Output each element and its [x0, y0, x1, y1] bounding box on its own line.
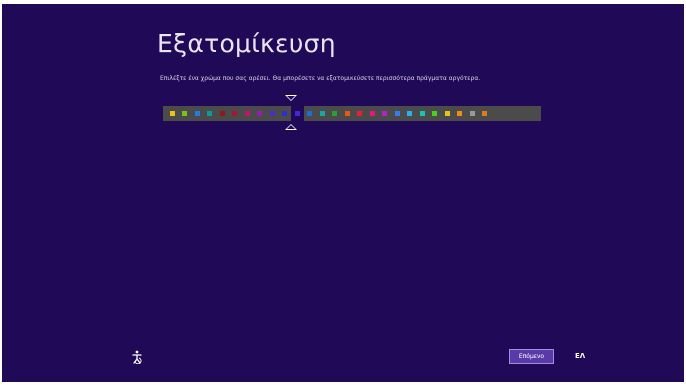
color-swatch-fill	[444, 111, 450, 116]
selection-marker-bottom-icon	[285, 124, 297, 130]
color-swatch-fill	[169, 111, 175, 116]
window-frame: Εξατομίκευση Επιλέξτε ένα χρώμα που σας …	[0, 0, 686, 385]
color-swatch[interactable]	[204, 106, 217, 121]
color-swatch-fill	[394, 111, 400, 116]
color-swatch-fill	[482, 111, 488, 116]
color-swatch-fill	[419, 111, 425, 116]
color-swatch-fill	[357, 111, 363, 116]
color-swatch[interactable]	[441, 106, 454, 121]
color-swatch[interactable]	[379, 106, 392, 121]
color-swatch[interactable]	[241, 106, 254, 121]
color-swatch[interactable]	[454, 106, 467, 121]
color-swatch-fill	[244, 111, 250, 116]
setup-screen: Εξατομίκευση Επιλέξτε ένα χρώμα που σας …	[2, 4, 684, 382]
color-swatch[interactable]	[291, 106, 304, 121]
color-swatch-fill	[232, 111, 238, 116]
language-indicator[interactable]: ΕΛ	[575, 352, 585, 360]
selection-marker-top-icon	[285, 95, 297, 101]
color-swatch[interactable]	[341, 106, 354, 121]
color-swatch[interactable]	[404, 106, 417, 121]
ease-of-access-icon[interactable]	[130, 350, 144, 365]
color-swatch-fill	[319, 111, 325, 116]
color-swatch[interactable]	[216, 106, 229, 121]
color-swatch-fill	[407, 111, 413, 116]
color-swatch-fill	[182, 111, 188, 116]
page-title: Εξατομίκευση	[157, 29, 336, 58]
color-swatch-fill	[282, 111, 288, 116]
color-swatch[interactable]	[229, 106, 242, 121]
color-swatch[interactable]	[191, 106, 204, 121]
color-swatch-fill	[432, 111, 438, 116]
color-swatch-fill	[457, 111, 463, 116]
color-swatch-fill	[344, 111, 350, 116]
color-swatch[interactable]	[354, 106, 367, 121]
color-swatch[interactable]	[179, 106, 192, 121]
color-swatch[interactable]	[479, 106, 492, 121]
color-swatch[interactable]	[166, 106, 179, 121]
color-swatch[interactable]	[466, 106, 479, 121]
color-swatch[interactable]	[366, 106, 379, 121]
color-swatch-fill	[219, 111, 225, 116]
color-swatch-fill	[269, 111, 275, 116]
color-swatch[interactable]	[254, 106, 267, 121]
color-swatch[interactable]	[316, 106, 329, 121]
color-swatch-fill	[194, 111, 200, 116]
color-swatch[interactable]	[329, 106, 342, 121]
color-swatch[interactable]	[429, 106, 442, 121]
color-palette[interactable]	[163, 106, 541, 121]
color-swatch-fill	[369, 111, 375, 116]
color-swatch-fill	[469, 111, 475, 116]
next-button[interactable]: Επόμενο	[509, 349, 554, 364]
color-swatch[interactable]	[304, 106, 317, 121]
color-swatch[interactable]	[391, 106, 404, 121]
color-swatch-fill	[382, 111, 388, 116]
color-swatch-fill	[207, 111, 213, 116]
color-swatch[interactable]	[266, 106, 279, 121]
color-swatch[interactable]	[279, 106, 292, 121]
color-swatch-fill	[332, 111, 338, 116]
color-swatch[interactable]	[416, 106, 429, 121]
color-swatch-fill	[294, 111, 300, 116]
color-swatch-fill	[257, 111, 263, 116]
instruction-text: Επιλέξτε ένα χρώμα που σας αρέσει. Θα μπ…	[160, 75, 481, 82]
color-swatch-fill	[307, 111, 313, 116]
